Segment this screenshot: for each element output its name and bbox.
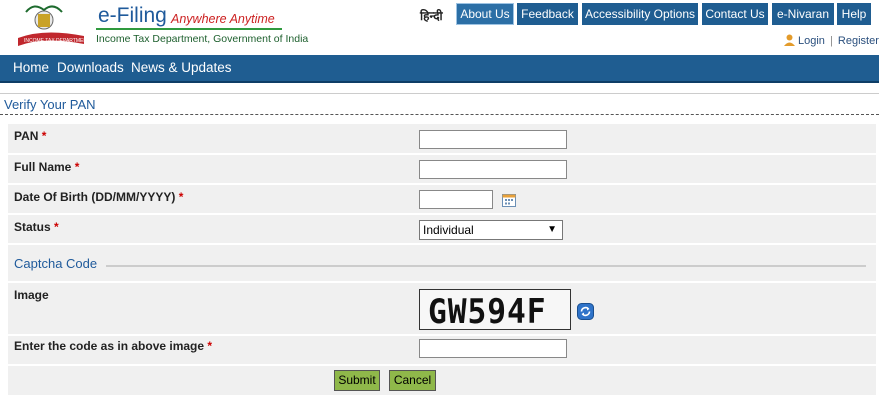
captcha-section-title: Captcha Code: [14, 256, 102, 271]
captcha-image-label: Image: [14, 288, 49, 302]
user-icon: [784, 34, 795, 46]
refresh-captcha-icon[interactable]: [577, 303, 594, 320]
brand-title: e-Filing: [98, 4, 167, 27]
account-separator: |: [829, 35, 833, 47]
site-header: INCOME TAX DEPARTMENT e-Filing Anywhere …: [0, 0, 879, 54]
submit-button[interactable]: Submit: [334, 370, 380, 391]
title-divider: [0, 114, 879, 115]
captcha-code: GW594F: [428, 292, 547, 332]
account-links: Login | Register: [784, 34, 879, 47]
captcha-image: GW594F: [419, 289, 571, 332]
nav-news-updates[interactable]: News & Updates: [131, 60, 232, 75]
brand-tagline: Anywhere Anytime: [171, 12, 275, 26]
page-title: Verify Your PAN: [4, 97, 96, 112]
captcha-heading-row: [8, 245, 876, 282]
main-navigation: Home Downloads News & Updates: [0, 55, 879, 83]
full-name-label: Full Name *: [14, 160, 80, 174]
captcha-entry-label: Enter the code as in above image *: [14, 339, 213, 353]
status-label: Status *: [14, 220, 59, 234]
captcha-input[interactable]: [419, 339, 567, 358]
dropdown-arrow-icon: ▼: [547, 224, 557, 235]
hindi-language-link[interactable]: हिन्दी: [420, 7, 443, 24]
topnav-accessibility-options[interactable]: Accessibility Options: [582, 3, 698, 25]
pan-input[interactable]: [419, 130, 567, 149]
brand-divider: [96, 28, 282, 30]
captcha-divider: [106, 265, 866, 267]
calendar-icon[interactable]: [502, 194, 516, 207]
nav-home[interactable]: Home: [13, 60, 49, 75]
emblem-logo-icon: INCOME TAX DEPARTMENT: [18, 5, 90, 46]
cancel-button[interactable]: Cancel: [389, 370, 436, 391]
register-link[interactable]: Register: [838, 35, 879, 47]
brand-subtitle: Income Tax Department, Government of Ind…: [96, 33, 309, 45]
status-selected-value: Individual: [423, 223, 474, 237]
dob-label: Date Of Birth (DD/MM/YYYY) *: [14, 190, 184, 204]
status-select[interactable]: Individual ▼: [419, 220, 563, 240]
pan-label: PAN *: [14, 129, 47, 143]
topnav-feedback[interactable]: Feedback: [517, 3, 578, 25]
nav-downloads[interactable]: Downloads: [57, 60, 124, 75]
topnav-about-us[interactable]: About Us: [456, 3, 514, 25]
dob-input[interactable]: [419, 190, 493, 209]
topnav-contact-us[interactable]: Contact Us: [702, 3, 768, 25]
topnav-help[interactable]: Help: [837, 3, 871, 25]
emblem-text: INCOME TAX DEPARTMENT: [24, 38, 90, 44]
full-name-input[interactable]: [419, 160, 567, 179]
buttons-row: [8, 366, 876, 396]
login-link[interactable]: Login: [798, 35, 825, 47]
topnav-e-nivaran[interactable]: e-Nivaran: [772, 3, 834, 25]
